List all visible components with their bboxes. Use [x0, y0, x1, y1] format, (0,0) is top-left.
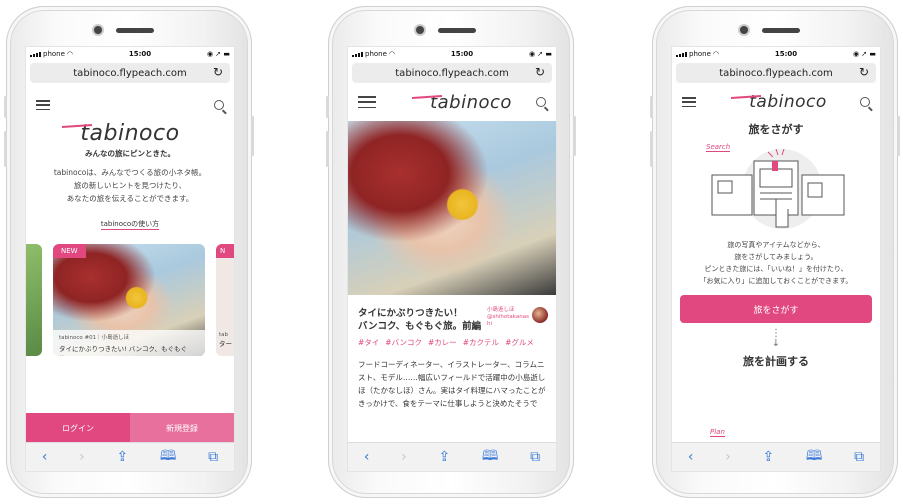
share-icon[interactable]: ⇪ — [762, 449, 774, 465]
browser-toolbar: ‹ › ⇪ 🕮 ⧉ — [26, 442, 234, 471]
wifi-icon: ◠ — [712, 50, 720, 58]
camera — [94, 26, 102, 34]
bookmarks-icon[interactable]: 🕮 — [482, 445, 499, 469]
forward-icon[interactable]: › — [401, 449, 407, 465]
back-icon[interactable]: ‹ — [688, 449, 694, 465]
prev-card[interactable] — [26, 244, 42, 356]
share-icon[interactable]: ⇪ — [116, 449, 128, 465]
article-body: フードコーディネーター、イラストレーター、コラムニスト、モデル……幅広いフィール… — [358, 360, 546, 408]
search-icon[interactable] — [535, 97, 546, 107]
bookmarks-icon[interactable]: 🕮 — [806, 445, 823, 469]
status-icons: ◉ ➚ ▬ — [206, 50, 230, 58]
search-icon[interactable] — [860, 97, 870, 107]
menu-icon[interactable] — [358, 96, 376, 108]
url-bar[interactable]: tabinoco.flypeach.com ↻ — [30, 63, 230, 83]
signal-icon — [676, 51, 687, 57]
camera — [740, 26, 748, 34]
logo[interactable]: tabinoco — [430, 92, 512, 113]
menu-icon[interactable] — [36, 100, 50, 110]
screen: phone ◠ 15:00 ◉ ➚ ▬ tabinoco.flypeach.com… — [671, 46, 881, 472]
speaker — [762, 28, 800, 33]
search-illustration: Search — [672, 139, 880, 239]
avatar[interactable] — [532, 307, 548, 323]
speaker — [116, 28, 154, 33]
bookmarks-icon[interactable]: 🕮 — [160, 445, 177, 469]
screen: phone ◠ 15:00 ◉ ➚ ▬ tabinoco.flypeach.com… — [347, 46, 557, 472]
logo[interactable]: tabinoco — [80, 121, 179, 146]
clock: 15:00 — [450, 50, 474, 58]
browser-toolbar: ‹ › ⇪ 🕮 ⧉ — [672, 442, 880, 471]
tabs-icon[interactable]: ⧉ — [854, 449, 864, 465]
section-title-plan: 旅を計画する — [743, 355, 809, 368]
logo[interactable]: tabinoco — [749, 92, 827, 112]
screen: phone ◠ 15:00 ◉ ➚ ▬ tabinoco.flypeach.com… — [25, 46, 235, 472]
clock: 15:00 — [774, 50, 798, 58]
next-card[interactable]: N tab ター — [216, 244, 234, 356]
plan-label: Plan — [710, 428, 725, 437]
article-hero-image — [348, 121, 556, 295]
reload-icon[interactable]: ↻ — [535, 65, 545, 79]
status-bar: phone ◠ 15:00 ◉ ➚ ▬ — [26, 47, 234, 61]
card-title: タイにかぶりつきたい! バンコク、もぐもぐ旅。 — [59, 345, 187, 356]
signal-icon — [352, 51, 363, 57]
forward-icon[interactable]: › — [79, 449, 85, 465]
status-icons: ◉ ➚ ▬ — [528, 50, 552, 58]
tag[interactable]: #カレー — [428, 337, 457, 348]
illustration-icon — [711, 148, 845, 229]
signup-button[interactable]: 新規登録 — [130, 413, 234, 443]
url-bar[interactable]: tabinoco.flypeach.com ↻ — [676, 63, 876, 83]
tagline: みんなの旅にピンときた。 — [85, 149, 175, 158]
reload-icon[interactable]: ↻ — [213, 65, 223, 79]
phone-right: phone ◠ 15:00 ◉ ➚ ▬ tabinoco.flypeach.com… — [650, 6, 900, 498]
forward-icon[interactable]: › — [725, 449, 731, 465]
wifi-icon: ◠ — [388, 50, 396, 58]
clock: 15:00 — [128, 50, 152, 58]
article-title: タイにかぶりつきたい！ バンコク、もぐもぐ旅。前編 — [358, 308, 482, 332]
card-author: tabinoco #01｜小島逝しほ — [59, 335, 130, 341]
back-icon[interactable]: ‹ — [42, 449, 48, 465]
tabs-icon[interactable]: ⧉ — [530, 449, 540, 465]
tag[interactable]: #カクテル — [463, 337, 499, 348]
intro-text: tabinocoは、みんなでつくる旅の小ネタ帳。 旅の新しいヒントを見つけたり、あ… — [53, 168, 207, 203]
status-icons: ◉ ➚ ▬ — [852, 50, 876, 58]
tag-list: #タイ #バンコク #カレー #カクテル #グルメ — [348, 333, 556, 352]
back-icon[interactable]: ‹ — [364, 449, 370, 465]
phone-left: phone ◠ 15:00 ◉ ➚ ▬ tabinoco.flypeach.com… — [4, 6, 254, 498]
tabs-icon[interactable]: ⧉ — [208, 449, 218, 465]
tag[interactable]: #バンコク — [385, 337, 422, 348]
browser-toolbar: ‹ › ⇪ 🕮 ⧉ — [348, 442, 556, 471]
tag[interactable]: #グルメ — [505, 337, 534, 348]
howto-link[interactable]: tabinocoの使い方 — [100, 220, 160, 230]
search-cta-button[interactable]: 旅をさがす — [680, 295, 872, 323]
status-bar: phone ◠ 15:00 ◉ ➚ ▬ — [672, 47, 880, 61]
speaker — [438, 28, 476, 33]
author-handle[interactable]: @shihotakanas hi — [487, 314, 529, 328]
search-icon[interactable] — [214, 100, 224, 110]
reload-icon[interactable]: ↻ — [859, 65, 869, 79]
menu-icon[interactable] — [682, 97, 696, 107]
author-name[interactable]: 小島逝しほ — [487, 307, 527, 314]
new-badge: NEW — [53, 244, 86, 258]
search-description: 旅の写真やアイテムなどから、 旅をさがしてみましょう。 ピンときた旅には、「いいね！… — [699, 241, 853, 285]
phone-middle: phone ◠ 15:00 ◉ ➚ ▬ tabinoco.flypeach.com… — [326, 6, 576, 498]
signal-icon — [30, 51, 41, 57]
wifi-icon: ◠ — [66, 50, 74, 58]
share-icon[interactable]: ⇪ — [438, 449, 450, 465]
article-card[interactable]: NEW tabinoco #01｜小島逝しほ タイにかぶりつきたい! バンコク、… — [53, 244, 205, 356]
camera — [416, 26, 424, 34]
url-bar[interactable]: tabinoco.flypeach.com ↻ — [352, 63, 552, 83]
status-bar: phone ◠ 15:00 ◉ ➚ ▬ — [348, 47, 556, 61]
carousel[interactable]: NEW tabinoco #01｜小島逝しほ タイにかぶりつきたい! バンコク、… — [26, 244, 234, 362]
tag[interactable]: #タイ — [358, 337, 379, 348]
down-arrow-icon: ⋮ ↓ — [771, 328, 781, 349]
section-title-search: 旅をさがす — [748, 123, 804, 136]
login-button[interactable]: ログイン — [26, 413, 130, 443]
